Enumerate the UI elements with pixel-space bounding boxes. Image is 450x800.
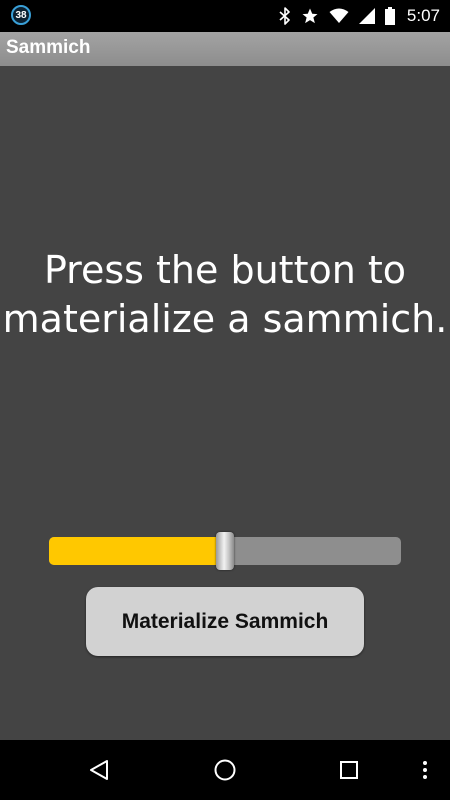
recents-button[interactable] [336,757,362,783]
navigation-bar [0,740,450,800]
prompt-line-1: Press the button to [43,248,407,292]
wifi-icon [329,8,349,24]
overflow-menu-button[interactable] [412,757,438,783]
bluetooth-icon [279,7,291,25]
star-icon [301,7,319,25]
back-icon [88,759,110,781]
clock: 5:07 [406,6,440,25]
back-button[interactable] [86,757,112,783]
battery-icon [384,7,395,25]
materialize-sammich-button[interactable]: Materialize Sammich [86,587,364,656]
home-icon [213,758,237,782]
recents-icon [339,760,359,780]
prompt-text: Press the button to materialize a sammic… [0,246,450,344]
slider-thumb[interactable] [216,532,234,570]
home-button[interactable] [212,757,238,783]
sammich-slider[interactable] [49,532,401,570]
prompt-line-2: materialize a sammich. [2,297,448,341]
overflow-menu-icon [422,759,428,781]
app-title: Sammich [6,37,91,58]
notification-badge: 38 [11,5,31,25]
status-icons: 5:07 [279,0,440,32]
action-bar: Sammich [0,32,450,66]
screen: 38 5:07 Sammich Press the button to mate… [0,0,450,800]
status-bar: 38 5:07 [0,0,450,32]
slider-fill [49,537,225,565]
signal-icon [358,8,375,24]
